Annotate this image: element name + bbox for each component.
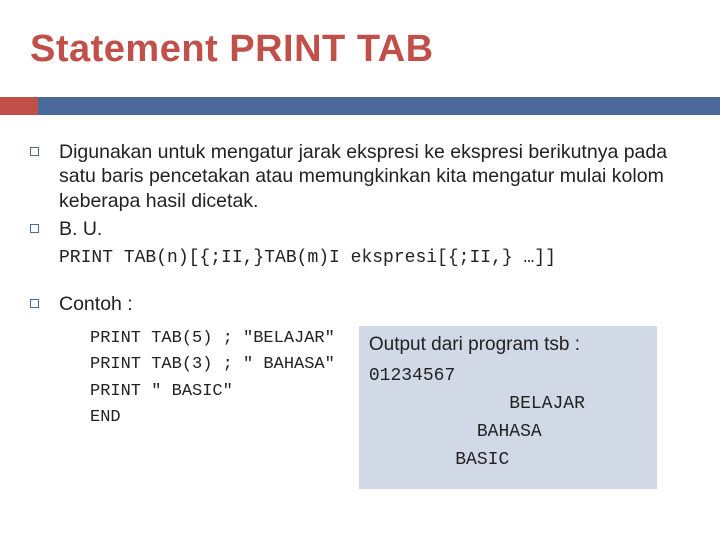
example-label: Contoh : (59, 292, 133, 316)
output-box: Output dari program tsb : 01234567 BELAJ… (359, 326, 657, 489)
square-bullet-icon (30, 224, 39, 233)
example-section: Contoh : PRINT TAB(5) ; "BELAJAR" PRINT … (30, 292, 692, 489)
example-wrap: PRINT TAB(5) ; "BELAJAR" PRINT TAB(3) ; … (90, 326, 692, 489)
bullet-text: B. U. (59, 217, 102, 241)
output-title: Output dari program tsb : (369, 330, 643, 363)
accent-bar (0, 97, 720, 115)
slide-title: Statement PRINT TAB (0, 0, 720, 71)
bullet-item: B. U. (30, 217, 692, 241)
output-lines: 01234567 BELAJAR BAHASA BASIC (369, 363, 643, 475)
square-bullet-icon (30, 299, 39, 308)
square-bullet-icon (30, 147, 39, 156)
bullet-text: Digunakan untuk mengatur jarak ekspresi … (59, 140, 692, 213)
content-area: Digunakan untuk mengatur jarak ekspresi … (30, 140, 692, 489)
syntax-line: PRINT TAB(n)[{;II,}TAB(m)I ekspresi[{;II… (59, 248, 692, 268)
bullet-item: Digunakan untuk mengatur jarak ekspresi … (30, 140, 692, 213)
example-code: PRINT TAB(5) ; "BELAJAR" PRINT TAB(3) ; … (90, 326, 335, 489)
bullet-item: Contoh : (30, 292, 692, 316)
